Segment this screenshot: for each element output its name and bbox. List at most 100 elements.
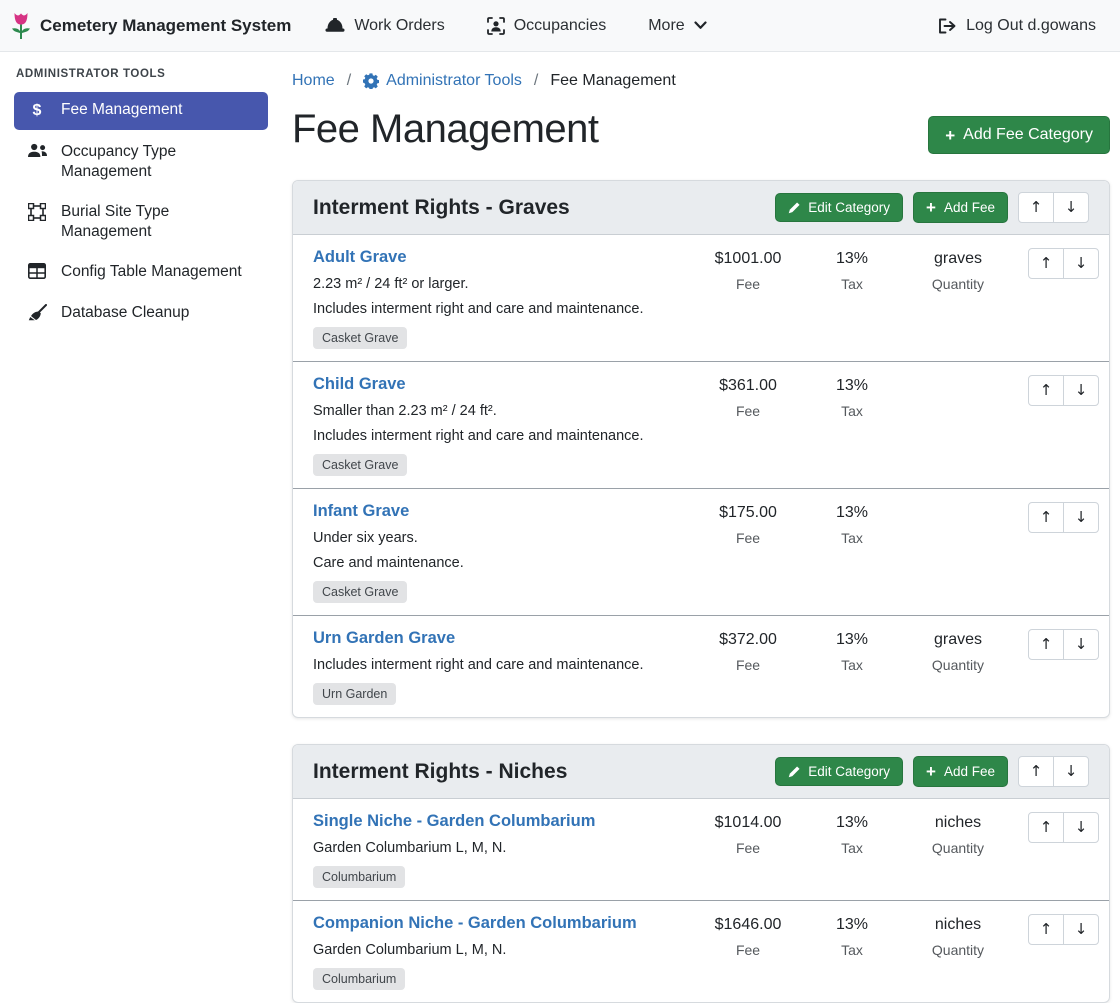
tax-amount: 13% <box>804 631 900 649</box>
fee-label: Fee <box>692 276 804 292</box>
brand[interactable]: Cemetery Management System <box>10 11 291 41</box>
move-fee-up-button[interactable]: ↑ <box>1028 629 1064 660</box>
move-fee-down-button[interactable]: ↓ <box>1063 502 1099 533</box>
plus-icon: + <box>926 763 936 780</box>
fee-name-link[interactable]: Adult Grave <box>313 248 407 267</box>
move-category-down-button[interactable]: ↓ <box>1053 756 1089 787</box>
move-category-down-button[interactable]: ↓ <box>1053 192 1089 223</box>
fee-amount: $361.00 <box>692 377 804 395</box>
fee-label: Fee <box>692 657 804 673</box>
add-fee-category-button[interactable]: + Add Fee Category <box>928 116 1110 154</box>
logout-button[interactable]: Log Out d.gowans <box>938 17 1096 35</box>
move-fee-down-button[interactable]: ↓ <box>1063 629 1099 660</box>
sidebar-item-config-table-management[interactable]: Config Table Management <box>14 254 268 290</box>
sidebar-item-burial-site-type-management[interactable]: Burial Site Type Management <box>14 194 268 250</box>
main-content: Home / Administrator Tools / Fee Managem… <box>280 52 1120 939</box>
edit-category-button[interactable]: Edit Category <box>775 193 903 222</box>
fee-name-link[interactable]: Single Niche - Garden Columbarium <box>313 812 595 831</box>
fee-row: Single Niche - Garden Columbarium Garden… <box>293 799 1109 900</box>
fee-row: Urn Garden Grave Includes interment righ… <box>293 615 1109 717</box>
nav-more[interactable]: More <box>648 17 706 35</box>
sidebar-item-database-cleanup[interactable]: Database Cleanup <box>14 295 268 331</box>
category-title: Interment Rights - Graves <box>313 196 765 220</box>
move-fee-up-button[interactable]: ↑ <box>1028 375 1064 406</box>
fee-reorder-group: ↑ ↓ <box>1028 914 1099 945</box>
fee-description: Care and maintenance. <box>313 555 682 571</box>
fee-name-link[interactable]: Urn Garden Grave <box>313 629 455 648</box>
nav-occupancies-label: Occupancies <box>514 17 607 35</box>
fee-amount: $1646.00 <box>692 916 804 934</box>
fee-row: Infant Grave Under six years. Care and m… <box>293 488 1109 615</box>
move-fee-down-button[interactable]: ↓ <box>1063 812 1099 843</box>
move-fee-up-button[interactable]: ↑ <box>1028 812 1064 843</box>
vector-square-icon <box>26 203 48 221</box>
top-navbar: Cemetery Management System Work Orders <box>0 0 1120 52</box>
move-category-up-button[interactable]: ↑ <box>1018 756 1054 787</box>
move-fee-up-button[interactable]: ↑ <box>1028 502 1064 533</box>
fee-reorder-group: ↑ ↓ <box>1028 248 1099 279</box>
breadcrumb-current: Fee Management <box>550 72 675 90</box>
fee-reorder-group: ↑ ↓ <box>1028 812 1099 843</box>
move-category-up-button[interactable]: ↑ <box>1018 192 1054 223</box>
page-title: Fee Management <box>292 106 599 152</box>
table-icon <box>26 263 48 279</box>
tax-label: Tax <box>804 657 900 673</box>
logout-label: Log Out d.gowans <box>966 17 1096 35</box>
fee-label: Fee <box>692 942 804 958</box>
quantity-unit: niches <box>900 814 1016 832</box>
tax-amount: 13% <box>804 377 900 395</box>
breadcrumb-home-link[interactable]: Home <box>292 72 335 90</box>
tax-amount: 13% <box>804 250 900 268</box>
fee-type-badge: Casket Grave <box>313 327 407 349</box>
pencil-icon <box>788 202 800 214</box>
quantity-unit: graves <box>900 631 1016 649</box>
tax-label: Tax <box>804 403 900 419</box>
fee-name-link[interactable]: Child Grave <box>313 375 406 394</box>
plus-icon: + <box>926 199 936 216</box>
move-fee-up-button[interactable]: ↑ <box>1028 914 1064 945</box>
sidebar-item-occupancy-type-management[interactable]: Occupancy Type Management <box>14 134 268 190</box>
fee-description: Under six years. <box>313 530 682 546</box>
move-fee-down-button[interactable]: ↓ <box>1063 375 1099 406</box>
chevron-down-icon <box>694 21 707 30</box>
fee-description: Garden Columbarium L, M, N. <box>313 942 682 958</box>
dollar-icon: $ <box>26 101 48 122</box>
sidebar-item-fee-management[interactable]: $ Fee Management <box>14 92 268 130</box>
quantity-label: Quantity <box>900 276 1016 292</box>
breadcrumb-admin-tools-label: Administrator Tools <box>386 72 522 90</box>
move-fee-down-button[interactable]: ↓ <box>1063 914 1099 945</box>
fee-name-link[interactable]: Infant Grave <box>313 502 409 521</box>
tax-label: Tax <box>804 840 900 856</box>
people-icon <box>26 143 48 158</box>
breadcrumb: Home / Administrator Tools / Fee Managem… <box>292 72 1110 90</box>
fee-type-badge: Columbarium <box>313 866 405 888</box>
sidebar-item-label: Occupancy Type Management <box>61 142 258 182</box>
sidebar-item-label: Config Table Management <box>61 262 242 282</box>
fee-description: Includes interment right and care and ma… <box>313 657 682 673</box>
add-fee-button[interactable]: + Add Fee <box>913 756 1008 787</box>
person-bounding-box-icon <box>487 17 505 35</box>
fee-amount: $372.00 <box>692 631 804 649</box>
fee-reorder-group: ↑ ↓ <box>1028 375 1099 406</box>
quantity-unit: graves <box>900 250 1016 268</box>
nav-occupancies[interactable]: Occupancies <box>487 17 607 35</box>
gear-icon <box>363 73 379 89</box>
nav-work-orders[interactable]: Work Orders <box>325 17 444 35</box>
breadcrumb-admin-tools-link[interactable]: Administrator Tools <box>363 72 522 90</box>
fee-amount: $1014.00 <box>692 814 804 832</box>
fee-description: 2.23 m² / 24 ft² or larger. <box>313 276 682 292</box>
fee-name-link[interactable]: Companion Niche - Garden Columbarium <box>313 914 637 933</box>
breadcrumb-separator: / <box>347 72 351 90</box>
add-fee-button[interactable]: + Add Fee <box>913 192 1008 223</box>
tax-amount: 13% <box>804 916 900 934</box>
category-header: Interment Rights - Niches Edit Category … <box>293 745 1109 799</box>
sidebar-item-label: Fee Management <box>61 100 183 120</box>
move-fee-down-button[interactable]: ↓ <box>1063 248 1099 279</box>
edit-category-button[interactable]: Edit Category <box>775 757 903 786</box>
quantity-unit: niches <box>900 916 1016 934</box>
fee-category-card-graves: Interment Rights - Graves Edit Category … <box>292 180 1110 718</box>
tax-amount: 13% <box>804 814 900 832</box>
move-fee-up-button[interactable]: ↑ <box>1028 248 1064 279</box>
fee-amount: $175.00 <box>692 504 804 522</box>
sidebar-heading: Administrator Tools <box>16 68 268 80</box>
